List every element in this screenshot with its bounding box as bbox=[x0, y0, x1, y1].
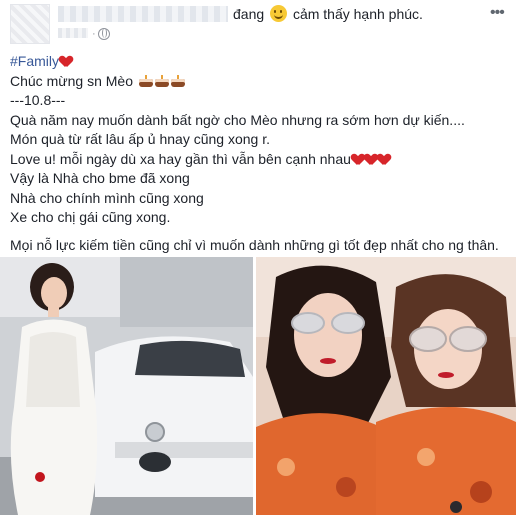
activity-prefix: đang bbox=[233, 6, 265, 22]
hashtag-line: #Family bbox=[10, 52, 510, 72]
post-line: Quà năm nay muốn dành bất ngờ cho Mèo nh… bbox=[10, 111, 510, 131]
globe-icon[interactable] bbox=[98, 28, 110, 40]
birthday-cake-icon bbox=[154, 74, 169, 87]
post-line: Món quà từ rất lâu ấp ủ hnay cũng xong r… bbox=[10, 130, 510, 150]
more-horizontal-icon[interactable]: ••• bbox=[490, 5, 508, 21]
happy-face-icon bbox=[270, 5, 288, 22]
photo-woman-with-car[interactable] bbox=[0, 257, 253, 515]
post-line-text: Mọi nỗ lực kiếm tiền cũng chỉ vì muốn dà… bbox=[10, 236, 499, 253]
red-heart-icon bbox=[378, 154, 390, 165]
facebook-post: · đang cảm thấy hạnh phúc. ••• #Family C… bbox=[0, 0, 516, 515]
blurred-author-name[interactable] bbox=[58, 6, 228, 22]
photo-woman-with-car-image bbox=[0, 257, 253, 515]
post-line-text: ---10.8--- bbox=[10, 92, 66, 108]
post-line-text: Xe cho chị gái cũng xong. bbox=[10, 209, 171, 225]
birthday-cake-icon bbox=[170, 74, 185, 87]
feeling-activity: đang cảm thấy hạnh phúc. bbox=[233, 5, 423, 22]
post-line-text: Nhà cho chính mình cũng xong bbox=[10, 189, 204, 206]
post-line: ---10.8--- bbox=[10, 91, 510, 111]
post-line-text: Món quà từ rất lâu ấp ủ hnay cũng xong r… bbox=[10, 131, 270, 147]
birthday-cake-icon bbox=[138, 74, 153, 87]
activity-suffix: cảm thấy hạnh phúc. bbox=[292, 6, 423, 22]
post-text: #Family Chúc mừng sn Mèo ---10.8--- Quà … bbox=[10, 52, 510, 255]
post-line: Chúc mừng sn Mèo bbox=[10, 72, 510, 92]
red-heart-icon bbox=[365, 154, 377, 165]
post-line: Mọi nỗ lực kiếm tiền cũng chỉ vì muốn dà… bbox=[10, 236, 510, 256]
blurred-timestamp[interactable] bbox=[58, 28, 88, 38]
red-heart-icon bbox=[60, 56, 72, 67]
post-line-text: Quà năm nay muốn dành bất ngờ cho Mèo nh… bbox=[10, 111, 465, 128]
post-line: Love u! mỗi ngày dù xa hay gần thì vẫn b… bbox=[10, 150, 510, 170]
hashtag-link[interactable]: #Family bbox=[10, 53, 59, 69]
red-heart-icon bbox=[352, 154, 364, 165]
post-line-text: Vậy là Nhà cho bme đã xong bbox=[10, 170, 190, 186]
avatar[interactable] bbox=[10, 4, 50, 44]
post-line-text: Chúc mừng sn Mèo bbox=[10, 72, 133, 89]
post-line-text: Love u! mỗi ngày dù xa hay gần thì vẫn b… bbox=[10, 150, 351, 167]
post-line: Vậy là Nhà cho bme đã xong bbox=[10, 169, 510, 189]
photo-two-women-selfie[interactable] bbox=[256, 257, 516, 515]
separator-dot: · bbox=[92, 28, 96, 40]
post-line: Nhà cho chính mình cũng xong bbox=[10, 189, 510, 209]
photo-two-women-selfie-image bbox=[256, 257, 516, 515]
post-line: Xe cho chị gái cũng xong. bbox=[10, 208, 510, 228]
